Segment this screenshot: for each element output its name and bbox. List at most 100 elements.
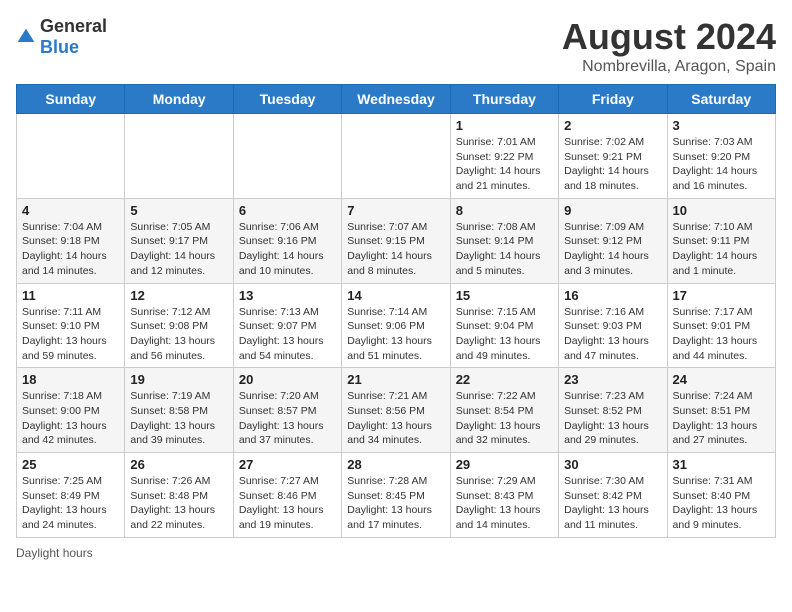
calendar-cell: 13 Sunrise: 7:13 AM Sunset: 9:07 PM Dayli… [233,283,341,368]
day-number: 27 [239,457,336,472]
col-header-monday: Monday [125,85,233,114]
day-number: 8 [456,203,553,218]
day-info: Sunrise: 7:10 AM Sunset: 9:11 PM Dayligh… [673,220,770,279]
calendar-cell: 16 Sunrise: 7:16 AM Sunset: 9:03 PM Dayli… [559,283,667,368]
day-number: 18 [22,372,119,387]
header: General Blue August 2024 Nombrevilla, Ar… [16,16,776,76]
day-number: 5 [130,203,227,218]
calendar-cell: 18 Sunrise: 7:18 AM Sunset: 9:00 PM Dayli… [17,368,125,453]
week-row-1: 4 Sunrise: 7:04 AM Sunset: 9:18 PM Daylig… [17,198,776,283]
day-number: 22 [456,372,553,387]
calendar-cell: 21 Sunrise: 7:21 AM Sunset: 8:56 PM Dayli… [342,368,450,453]
col-header-sunday: Sunday [17,85,125,114]
day-info: Sunrise: 7:13 AM Sunset: 9:07 PM Dayligh… [239,305,336,364]
day-info: Sunrise: 7:29 AM Sunset: 8:43 PM Dayligh… [456,474,553,533]
day-info: Sunrise: 7:01 AM Sunset: 9:22 PM Dayligh… [456,135,553,194]
day-info: Sunrise: 7:03 AM Sunset: 9:20 PM Dayligh… [673,135,770,194]
calendar-cell: 25 Sunrise: 7:25 AM Sunset: 8:49 PM Dayli… [17,453,125,538]
logo-blue: Blue [40,37,79,57]
calendar-cell [233,114,341,199]
day-number: 13 [239,288,336,303]
calendar-cell [342,114,450,199]
calendar-cell: 11Sunrise: 7:11 AM Sunset: 9:10 PM Dayli… [17,283,125,368]
day-number: 19 [130,372,227,387]
week-row-4: 25 Sunrise: 7:25 AM Sunset: 8:49 PM Dayli… [17,453,776,538]
calendar-cell: 14Sunrise: 7:14 AM Sunset: 9:06 PM Dayli… [342,283,450,368]
day-number: 16 [564,288,661,303]
day-info: Sunrise: 7:23 AM Sunset: 8:52 PM Dayligh… [564,389,661,448]
day-number: 10 [673,203,770,218]
day-number: 4 [22,203,119,218]
calendar-cell: 15 Sunrise: 7:15 AM Sunset: 9:04 PM Dayli… [450,283,558,368]
calendar-cell: 20 Sunrise: 7:20 AM Sunset: 8:57 PM Dayli… [233,368,341,453]
day-number: 23 [564,372,661,387]
day-number: 21 [347,372,444,387]
calendar-cell: 8Sunrise: 7:08 AM Sunset: 9:14 PM Daylig… [450,198,558,283]
week-row-2: 11Sunrise: 7:11 AM Sunset: 9:10 PM Dayli… [17,283,776,368]
day-number: 15 [456,288,553,303]
day-info: Sunrise: 7:07 AM Sunset: 9:15 PM Dayligh… [347,220,444,279]
day-number: 20 [239,372,336,387]
day-info: Sunrise: 7:17 AM Sunset: 9:01 PM Dayligh… [673,305,770,364]
calendar-cell: 28Sunrise: 7:28 AM Sunset: 8:45 PM Dayli… [342,453,450,538]
calendar: SundayMondayTuesdayWednesdayThursdayFrid… [16,84,776,538]
footer: Daylight hours [16,546,776,560]
logo: General Blue [16,16,107,58]
title-area: August 2024 Nombrevilla, Aragon, Spain [562,16,776,76]
calendar-cell: 23 Sunrise: 7:23 AM Sunset: 8:52 PM Dayli… [559,368,667,453]
day-number: 26 [130,457,227,472]
week-row-0: 1 Sunrise: 7:01 AM Sunset: 9:22 PM Daylig… [17,114,776,199]
col-header-friday: Friday [559,85,667,114]
day-number: 9 [564,203,661,218]
day-number: 29 [456,457,553,472]
calendar-cell: 2 Sunrise: 7:02 AM Sunset: 9:21 PM Daylig… [559,114,667,199]
day-info: Sunrise: 7:31 AM Sunset: 8:40 PM Dayligh… [673,474,770,533]
day-info: Sunrise: 7:06 AM Sunset: 9:16 PM Dayligh… [239,220,336,279]
main-title: August 2024 [562,16,776,58]
col-header-tuesday: Tuesday [233,85,341,114]
col-header-wednesday: Wednesday [342,85,450,114]
calendar-cell: 1 Sunrise: 7:01 AM Sunset: 9:22 PM Daylig… [450,114,558,199]
logo-icon [16,27,36,47]
day-number: 14 [347,288,444,303]
day-info: Sunrise: 7:05 AM Sunset: 9:17 PM Dayligh… [130,220,227,279]
day-info: Sunrise: 7:21 AM Sunset: 8:56 PM Dayligh… [347,389,444,448]
col-header-thursday: Thursday [450,85,558,114]
day-info: Sunrise: 7:02 AM Sunset: 9:21 PM Dayligh… [564,135,661,194]
day-info: Sunrise: 7:24 AM Sunset: 8:51 PM Dayligh… [673,389,770,448]
calendar-cell: 29 Sunrise: 7:29 AM Sunset: 8:43 PM Dayli… [450,453,558,538]
day-number: 1 [456,118,553,133]
calendar-cell: 5 Sunrise: 7:05 AM Sunset: 9:17 PM Daylig… [125,198,233,283]
day-number: 6 [239,203,336,218]
calendar-cell [17,114,125,199]
calendar-cell: 6 Sunrise: 7:06 AM Sunset: 9:16 PM Daylig… [233,198,341,283]
day-number: 25 [22,457,119,472]
day-number: 17 [673,288,770,303]
day-info: Sunrise: 7:15 AM Sunset: 9:04 PM Dayligh… [456,305,553,364]
logo-text: General Blue [40,16,107,58]
day-info: Sunrise: 7:19 AM Sunset: 8:58 PM Dayligh… [130,389,227,448]
day-number: 28 [347,457,444,472]
day-info: Sunrise: 7:30 AM Sunset: 8:42 PM Dayligh… [564,474,661,533]
daylight-label: Daylight hours [16,546,93,560]
day-number: 11 [22,288,119,303]
day-info: Sunrise: 7:04 AM Sunset: 9:18 PM Dayligh… [22,220,119,279]
day-number: 31 [673,457,770,472]
day-info: Sunrise: 7:18 AM Sunset: 9:00 PM Dayligh… [22,389,119,448]
col-header-saturday: Saturday [667,85,775,114]
day-number: 2 [564,118,661,133]
week-row-3: 18 Sunrise: 7:18 AM Sunset: 9:00 PM Dayli… [17,368,776,453]
day-number: 24 [673,372,770,387]
day-info: Sunrise: 7:25 AM Sunset: 8:49 PM Dayligh… [22,474,119,533]
calendar-cell: 27Sunrise: 7:27 AM Sunset: 8:46 PM Dayli… [233,453,341,538]
day-info: Sunrise: 7:16 AM Sunset: 9:03 PM Dayligh… [564,305,661,364]
day-number: 30 [564,457,661,472]
calendar-cell: 31 Sunrise: 7:31 AM Sunset: 8:40 PM Dayli… [667,453,775,538]
day-info: Sunrise: 7:22 AM Sunset: 8:54 PM Dayligh… [456,389,553,448]
day-info: Sunrise: 7:20 AM Sunset: 8:57 PM Dayligh… [239,389,336,448]
calendar-cell [125,114,233,199]
calendar-cell: 19 Sunrise: 7:19 AM Sunset: 8:58 PM Dayli… [125,368,233,453]
calendar-cell: 7Sunrise: 7:07 AM Sunset: 9:15 PM Daylig… [342,198,450,283]
calendar-cell: 26Sunrise: 7:26 AM Sunset: 8:48 PM Dayli… [125,453,233,538]
calendar-cell: 24 Sunrise: 7:24 AM Sunset: 8:51 PM Dayli… [667,368,775,453]
